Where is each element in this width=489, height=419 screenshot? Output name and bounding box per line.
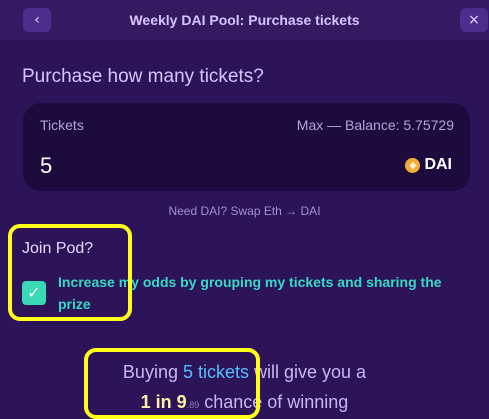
- tickets-label: Tickets: [40, 117, 84, 133]
- header: ‹ Weekly DAI Pool: Purchase tickets ×: [0, 0, 489, 40]
- join-pod-highlight: [8, 224, 132, 321]
- token-label: DAI: [424, 156, 452, 173]
- max-balance-link[interactable]: Max — Balance: 5.75729: [297, 117, 454, 133]
- close-button[interactable]: ×: [460, 8, 488, 32]
- dai-token-icon: ◈: [405, 157, 421, 173]
- header-title: Weekly DAI Pool: Purchase tickets: [129, 12, 360, 28]
- swap-eth-link[interactable]: Need DAI? Swap Eth → DAI: [0, 204, 489, 218]
- tickets-input[interactable]: [40, 153, 340, 179]
- ticket-input-box: Tickets Max — Balance: 5.75729 ◈ DAI: [23, 103, 470, 191]
- token-display: ◈ DAI: [405, 156, 452, 174]
- summary-middle: will give you a: [249, 362, 367, 382]
- close-icon: ×: [468, 12, 480, 28]
- purchase-heading: Purchase how many tickets?: [22, 66, 264, 87]
- summary-highlight: [84, 348, 260, 419]
